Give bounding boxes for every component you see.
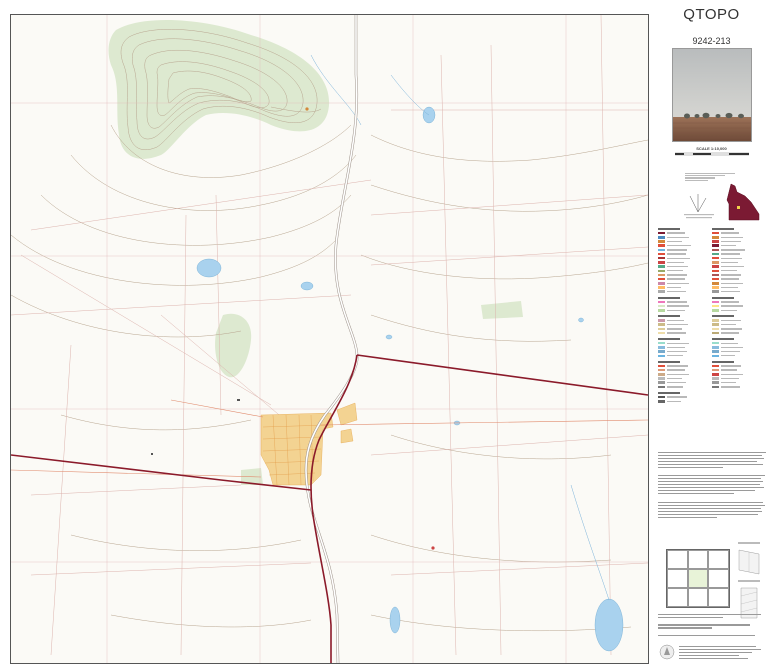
ordering-info (658, 612, 766, 638)
sheet-number: 9242-213 (692, 36, 731, 46)
legend-column-left (658, 225, 708, 403)
map-canvas (11, 15, 648, 663)
adjoining-sheet[interactable] (708, 550, 729, 569)
topographic-map[interactable] (10, 14, 649, 664)
projection-notes (685, 172, 735, 182)
north-diagram (684, 194, 714, 219)
cover-photo (672, 48, 752, 142)
map-margin-panel: QTOPO 9242-213 SCALE 1:10,000 (655, 0, 768, 671)
disclaimer-text (658, 450, 766, 519)
adjoining-sheet[interactable] (708, 588, 729, 607)
queensland-crest-logo (659, 644, 675, 660)
adjoining-sheet[interactable] (687, 588, 709, 607)
map-title: QTOPO (683, 6, 740, 23)
scale-label: SCALE 1:10,000 (696, 146, 727, 151)
adjoining-sheets-index (666, 549, 730, 608)
copyright-text (679, 644, 765, 661)
current-sheet (687, 569, 709, 588)
adjoining-sheet[interactable] (687, 550, 709, 569)
adjoining-sheet[interactable] (667, 569, 688, 588)
scale-bar (675, 152, 749, 156)
adjoining-sheet[interactable] (708, 569, 729, 588)
legend-column-right (712, 225, 762, 389)
queensland-locator-icon (726, 183, 760, 221)
adjoining-sheet[interactable] (667, 588, 688, 607)
adjoining-sheet[interactable] (667, 550, 688, 569)
map-sheet: QTOPO 9242-213 SCALE 1:10,000 (0, 0, 768, 671)
